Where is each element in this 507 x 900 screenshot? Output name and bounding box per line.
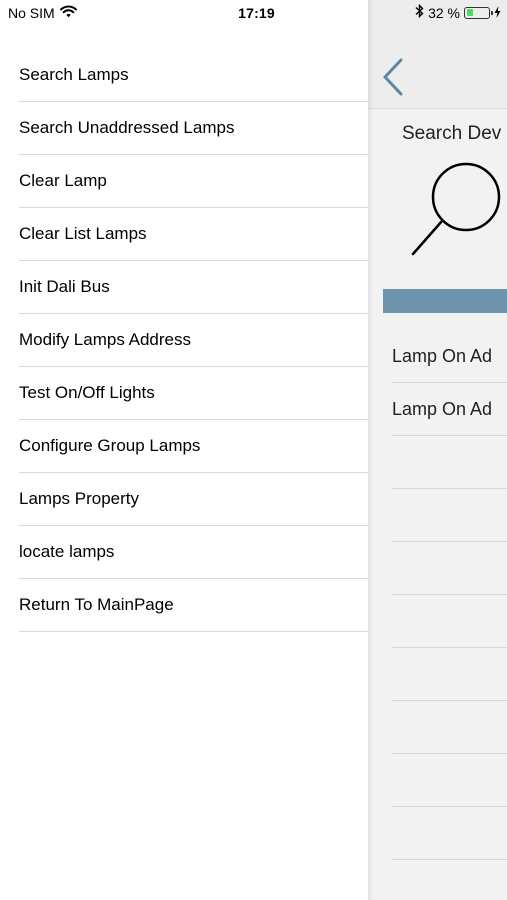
menu-item-locate-lamps[interactable]: locate lamps: [19, 526, 368, 579]
list-item[interactable]: [392, 595, 507, 648]
drawer-shadow: [368, 0, 374, 900]
status-bar: No SIM 17:19 32 %: [0, 0, 507, 28]
list-item[interactable]: Lamp On Ad: [392, 330, 507, 383]
menu-item-search-unaddressed-lamps[interactable]: Search Unaddressed Lamps: [19, 102, 368, 155]
progress-bar: [383, 289, 507, 313]
list-item[interactable]: [392, 701, 507, 754]
result-list: Lamp On Ad Lamp On Ad: [392, 330, 507, 900]
list-item[interactable]: [392, 489, 507, 542]
menu-item-return-to-mainpage[interactable]: Return To MainPage: [19, 579, 368, 632]
list-item[interactable]: [392, 436, 507, 489]
menu-item-configure-group-lamps[interactable]: Configure Group Lamps: [19, 420, 368, 473]
menu-item-clear-lamp[interactable]: Clear Lamp: [19, 155, 368, 208]
menu-item-search-lamps[interactable]: Search Lamps: [19, 49, 368, 102]
status-right: 32 %: [415, 3, 501, 21]
list-item[interactable]: [392, 860, 507, 900]
battery-percent: 32 %: [428, 4, 460, 21]
battery-icon: [464, 6, 493, 19]
bluetooth-icon: [415, 3, 424, 21]
menu-item-modify-lamps-address[interactable]: Modify Lamps Address: [19, 314, 368, 367]
chevron-left-icon[interactable]: [382, 58, 404, 101]
menu-item-init-dali-bus[interactable]: Init Dali Bus: [19, 261, 368, 314]
magnifier-icon[interactable]: [410, 160, 507, 265]
side-menu: Search Lamps Search Unaddressed Lamps Clea…: [0, 49, 368, 632]
menu-item-lamps-property[interactable]: Lamps Property: [19, 473, 368, 526]
underlying-page: Search Dev Lamp On Ad Lamp On Ad: [368, 0, 507, 900]
list-item[interactable]: [392, 648, 507, 701]
charging-icon: [494, 5, 501, 21]
list-item[interactable]: [392, 542, 507, 595]
list-item[interactable]: Lamp On Ad: [392, 383, 507, 436]
list-item[interactable]: [392, 754, 507, 807]
search-title: Search Dev: [402, 123, 502, 144]
menu-item-test-on-off-lights[interactable]: Test On/Off Lights: [19, 367, 368, 420]
menu-item-clear-list-lamps[interactable]: Clear List Lamps: [19, 208, 368, 261]
list-item[interactable]: [392, 807, 507, 860]
